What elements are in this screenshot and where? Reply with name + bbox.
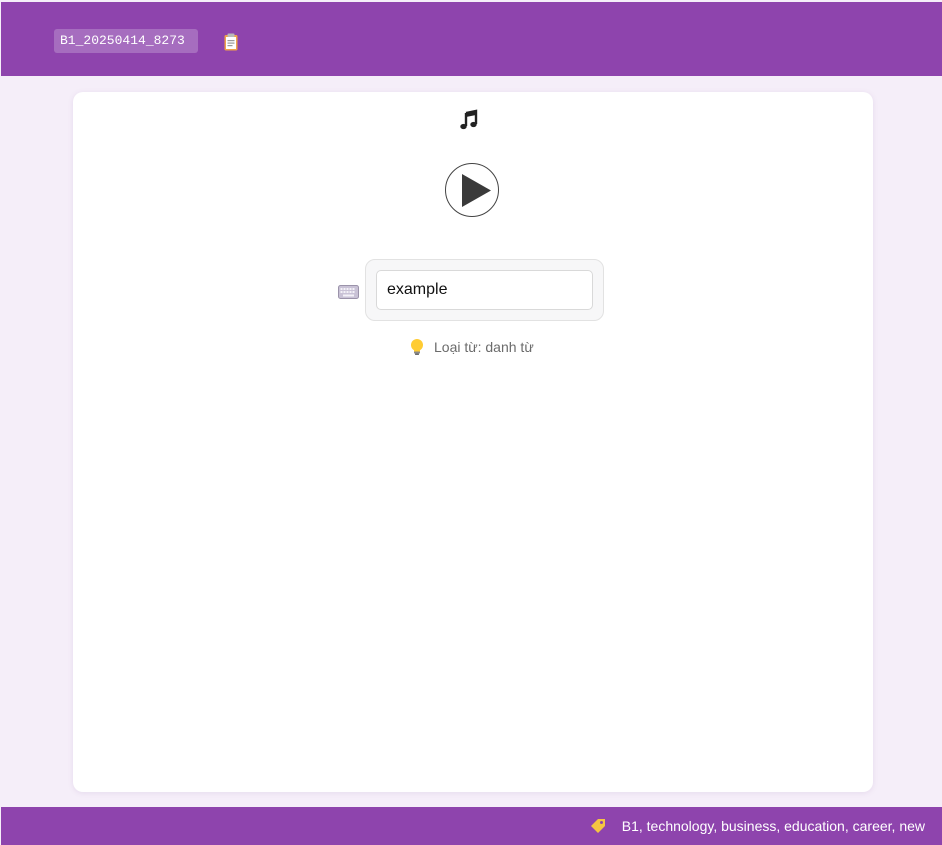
word-type-hint: Loại từ: danh từ [409,336,534,358]
answer-input[interactable] [376,270,593,310]
copy-session-button[interactable] [221,32,241,52]
footer-bar: B1, technology, business, education, car… [1,807,942,845]
tag-icon [590,819,605,833]
play-icon [462,174,491,207]
header-bar: B1_20250414_8273 [1,2,942,76]
music-note-icon [460,109,478,130]
session-id-badge: B1_20250414_8273 [54,29,198,53]
keyboard-icon [338,285,359,299]
play-audio-button[interactable] [445,163,499,217]
tags-list: B1, technology, business, education, car… [589,807,925,845]
hint-text: Loại từ: danh từ [434,339,534,355]
tags-text: B1, technology, business, education, car… [621,818,925,834]
clipboard-icon [224,33,238,51]
dictation-card: Loại từ: danh từ [73,92,873,792]
lightbulb-icon [411,339,423,355]
answer-input-container [365,259,604,321]
